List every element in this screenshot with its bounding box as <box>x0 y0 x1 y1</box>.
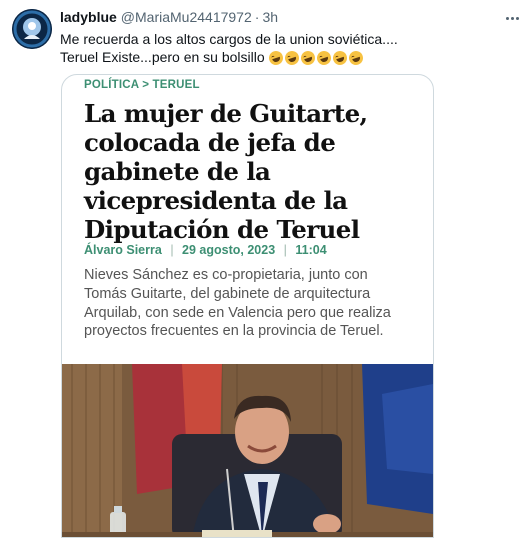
tweet-header: ladyblue @MariaMu24417972 · 3h <box>60 9 520 29</box>
dot-separator: · <box>254 9 260 25</box>
timestamp[interactable]: 3h <box>262 9 278 25</box>
article-time: 11:04 <box>295 243 327 257</box>
attached-image[interactable]: POLÍTICA > TERUEL La mujer de Guitarte, c… <box>61 74 434 538</box>
article-headline: La mujer de Guitarte, colocada de jefa de… <box>84 99 424 244</box>
tweet-text-line-content: Teruel Existe...pero en su bolsillo <box>60 49 265 65</box>
article-photo <box>62 364 433 537</box>
tweet-text-line: Teruel Existe...pero en su bolsillo <box>60 48 518 68</box>
summary-line: Arquilab, con sede en Valencia pero que … <box>84 304 391 321</box>
byline-separator: | <box>283 243 287 257</box>
tweet-text-line: Me recuerda a los altos cargos de la uni… <box>60 31 398 47</box>
byline-separator: | <box>170 243 174 257</box>
article-author: Álvaro Sierra <box>84 243 162 257</box>
summary-line: Tomás Guitarte, del gabinete de arquitec… <box>84 285 371 302</box>
headline-line: La mujer de Guitarte, <box>84 99 368 128</box>
article-byline: Álvaro Sierra | 29 agosto, 2023 | 11:04 <box>84 243 327 257</box>
emoji-row <box>266 49 365 68</box>
avatar-image <box>12 9 52 49</box>
summary-line: Nieves Sánchez es co-propietaria, junto … <box>84 267 368 283</box>
rolling-laughing-emoji-icon <box>346 49 365 68</box>
display-name[interactable]: ladyblue <box>60 9 117 25</box>
tweet[interactable]: ladyblue @MariaMu24417972 · 3h Me recuer… <box>0 0 532 540</box>
avatar[interactable] <box>12 9 52 49</box>
article-date: 29 agosto, 2023 <box>182 243 276 257</box>
more-options-icon[interactable] <box>502 8 522 28</box>
headline-line: Diputación de Teruel <box>84 215 360 244</box>
article-section: POLÍTICA > TERUEL <box>84 79 200 91</box>
rolling-laughing-emoji-icon <box>314 49 333 68</box>
rolling-laughing-emoji-icon <box>298 49 317 68</box>
rolling-laughing-emoji-icon <box>266 49 285 68</box>
article-summary: Nieves Sánchez es co-propietaria, junto … <box>84 266 429 341</box>
summary-line: proyectos frecuentes en la provincia de … <box>84 323 384 340</box>
user-handle[interactable]: @MariaMu24417972 <box>121 9 252 25</box>
headline-line: gabinete de la <box>84 157 271 186</box>
rolling-laughing-emoji-icon <box>330 49 349 68</box>
tweet-text: Me recuerda a los altos cargos de la uni… <box>60 30 518 68</box>
headline-line: colocada de jefa de <box>84 128 336 157</box>
headline-line: vicepresidenta de la <box>84 186 348 215</box>
rolling-laughing-emoji-icon <box>282 49 301 68</box>
